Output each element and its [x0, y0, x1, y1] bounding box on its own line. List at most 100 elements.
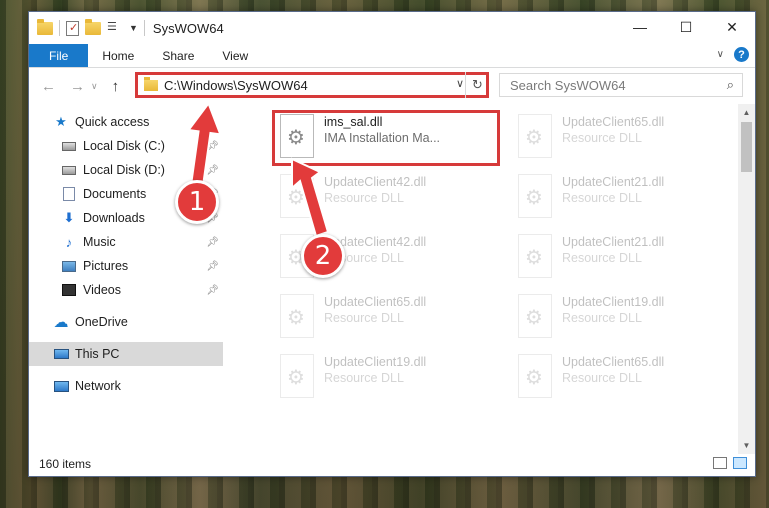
file-description: Resource DLL [324, 371, 404, 385]
file-description: Resource DLL [324, 191, 404, 205]
sidebar-item-local-disk-c[interactable]: Local Disk (C:) 📌︎ [29, 134, 223, 158]
scroll-up-icon[interactable]: ▲ [738, 104, 755, 121]
window-title: SysWOW64 [152, 20, 224, 36]
refresh-icon[interactable]: ↻ [465, 72, 489, 98]
expand-ribbon-icon[interactable]: ∨ [717, 49, 724, 60]
tab-home[interactable]: Home [88, 44, 148, 67]
highlight-frame [272, 110, 500, 166]
search-placeholder: Search SysWOW64 [510, 77, 626, 93]
pictures-icon [61, 258, 77, 274]
sidebar-item-network[interactable]: Network [29, 374, 223, 398]
navigation-buttons: ← → ∨ ↑ [29, 78, 119, 95]
file-item[interactable]: UpdateClient65.dll Resource DLL [518, 354, 748, 410]
chevron-down-icon[interactable]: ∨ [456, 77, 464, 90]
file-name: UpdateClient21.dll [562, 235, 665, 249]
details-view-icon[interactable] [713, 457, 727, 469]
ribbon-right: ∨ ? [717, 47, 749, 62]
search-icon[interactable]: ⌕ [727, 77, 734, 93]
file-description: Resource DLL [562, 251, 642, 265]
sidebar-item-music[interactable]: ♪ Music 📌︎ [29, 230, 223, 254]
sidebar-item-label: Local Disk (C:) [83, 139, 165, 153]
quick-access-toolbar: ☰ ▼ [29, 19, 145, 36]
maximize-button[interactable]: ☐ [663, 12, 709, 42]
search-input[interactable]: Search SysWOW64 ⌕ [499, 73, 743, 97]
step-2-badge: 2 [301, 234, 345, 278]
file-name: UpdateClient19.dll [324, 355, 427, 369]
dll-file-icon [518, 114, 552, 158]
pin-icon: 📌︎ [206, 164, 219, 176]
file-explorer-window: ☰ ▼ SysWOW64 — ☐ ✕ File Home Share View … [28, 11, 756, 477]
ribbon-tabs: File Home Share View ∨ ? [29, 44, 755, 68]
file-item[interactable]: UpdateClient65.dll Resource DLL [518, 114, 748, 170]
dll-file-icon [518, 354, 552, 398]
sidebar-item-onedrive[interactable]: ☁ OneDrive [29, 310, 223, 334]
tab-view[interactable]: View [208, 44, 262, 67]
pin-icon: 📌︎ [206, 260, 219, 272]
disk-icon [61, 162, 77, 178]
minimize-button[interactable]: — [617, 12, 663, 42]
file-item[interactable]: UpdateClient21.dll Resource DLL [518, 234, 748, 290]
scrollbar-thumb[interactable] [741, 122, 752, 172]
new-folder-icon[interactable] [85, 19, 101, 36]
dll-file-icon [518, 234, 552, 278]
folder-icon [144, 76, 158, 91]
customize-icon[interactable]: ☰ [107, 20, 123, 36]
item-count: 160 items [39, 457, 92, 471]
sidebar-item-quick-access[interactable]: ★ Quick access [29, 110, 223, 134]
pin-icon: 📌︎ [206, 140, 219, 152]
recent-locations-icon[interactable]: ∨ [91, 81, 98, 92]
file-description: Resource DLL [324, 311, 404, 325]
file-list: ims_sal.dll IMA Installation Ma... Updat… [223, 104, 755, 454]
back-arrow-icon[interactable]: ← [41, 78, 56, 95]
navigation-pane: ★ Quick access Local Disk (C:) 📌︎ Local … [29, 104, 223, 454]
sidebar-item-videos[interactable]: Videos 📌︎ [29, 278, 223, 302]
pin-icon: 📌︎ [206, 284, 219, 296]
file-name: UpdateClient42.dll [324, 175, 427, 189]
address-bar[interactable]: C:\Windows\SysWOW64 ∨ ↻ [135, 72, 489, 98]
forward-arrow-icon[interactable]: → [70, 78, 85, 95]
view-toggle [713, 457, 747, 469]
sidebar-item-label: Documents [83, 187, 147, 201]
file-item[interactable]: UpdateClient65.dll Resource DLL [280, 294, 510, 350]
vertical-scrollbar[interactable]: ▲ ▼ [738, 104, 755, 454]
title-bar: ☰ ▼ SysWOW64 — ☐ ✕ [29, 12, 755, 44]
toolbar-divider [59, 20, 60, 36]
properties-icon[interactable] [66, 20, 79, 36]
sidebar-item-label: Network [75, 379, 121, 393]
computer-icon [53, 346, 69, 362]
window-controls: — ☐ ✕ [617, 12, 755, 42]
file-description: Resource DLL [562, 191, 642, 205]
network-icon [53, 378, 69, 394]
tab-share[interactable]: Share [148, 44, 208, 67]
sidebar-item-this-pc[interactable]: This PC [29, 342, 223, 366]
dll-file-icon [280, 294, 314, 338]
step-1-badge: 1 [175, 180, 219, 224]
status-bar: 160 items [29, 452, 755, 476]
file-item[interactable]: UpdateClient21.dll Resource DLL [518, 174, 748, 230]
disk-icon [61, 138, 77, 154]
address-path[interactable]: C:\Windows\SysWOW64 [164, 78, 308, 93]
sidebar-item-label: This PC [75, 347, 120, 361]
dll-file-icon [280, 354, 314, 398]
help-icon[interactable]: ? [734, 47, 749, 62]
file-name: UpdateClient19.dll [562, 295, 665, 309]
close-button[interactable]: ✕ [709, 12, 755, 42]
toolbar-divider [143, 20, 145, 36]
file-item[interactable]: UpdateClient19.dll Resource DLL [280, 354, 510, 410]
content-area: ★ Quick access Local Disk (C:) 📌︎ Local … [29, 104, 755, 454]
cloud-icon: ☁ [53, 314, 69, 331]
tab-file[interactable]: File [29, 44, 89, 67]
chevron-down-icon[interactable]: ▼ [129, 23, 138, 33]
sidebar-item-pictures[interactable]: Pictures 📌︎ [29, 254, 223, 278]
dll-file-icon [280, 174, 314, 218]
up-arrow-icon[interactable]: ↑ [112, 78, 120, 95]
videos-icon [61, 282, 77, 298]
tiles-view-icon[interactable] [733, 457, 747, 469]
file-description: Resource DLL [562, 371, 642, 385]
file-name: UpdateClient21.dll [562, 175, 665, 189]
file-item[interactable]: UpdateClient19.dll Resource DLL [518, 294, 748, 350]
file-item[interactable]: UpdateClient42.dll Resource DLL [280, 174, 510, 230]
dll-file-icon [518, 294, 552, 338]
sidebar-item-local-disk-d[interactable]: Local Disk (D:) 📌︎ [29, 158, 223, 182]
folder-icon [37, 19, 53, 36]
